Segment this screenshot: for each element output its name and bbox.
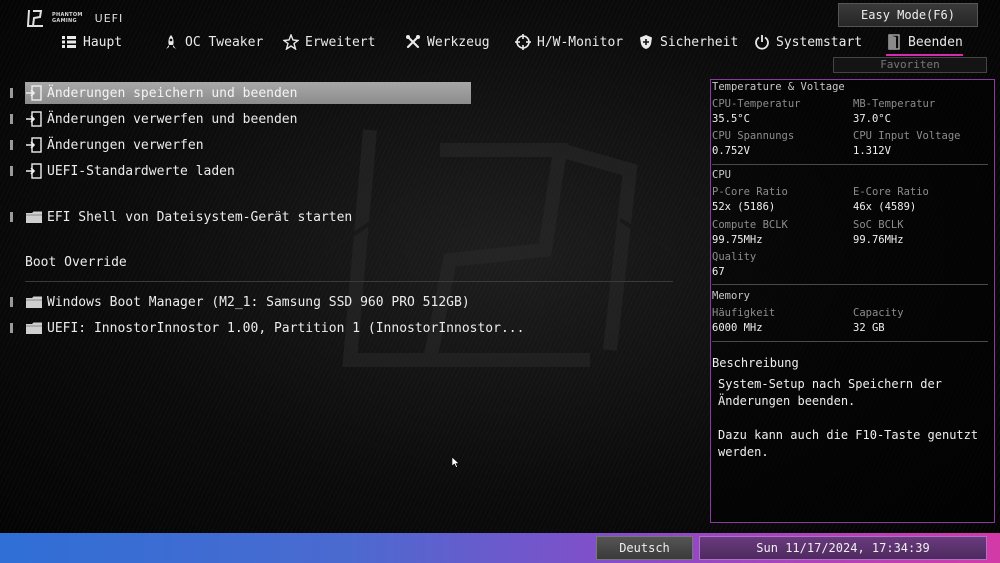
tab-label: Haupt xyxy=(83,34,123,50)
tab-oc-tweaker[interactable]: OC Tweaker xyxy=(163,29,263,55)
rocket-icon xyxy=(166,35,176,49)
folder-icon xyxy=(26,211,42,223)
temp-voltage-heading: Temperature & Voltage xyxy=(712,81,845,93)
cpu-heading: CPU xyxy=(712,169,731,181)
menu-item-label: Änderungen verwerfen xyxy=(47,137,204,153)
mb-temp-value: 37.0°C xyxy=(853,113,891,125)
menu-item-label: EFI Shell von Dateisystem-Gerät starten xyxy=(47,209,353,225)
cpu-voltage-label: CPU Spannungs xyxy=(712,130,795,142)
section-divider xyxy=(25,281,673,282)
memory-frequency-value: 6000 MHz xyxy=(712,322,763,334)
panel-divider xyxy=(712,284,988,285)
memory-capacity-label: Capacity xyxy=(853,307,904,319)
cpu-input-voltage-value: 1.312V xyxy=(853,145,891,157)
item-marker xyxy=(10,323,13,333)
exit-arrow-icon xyxy=(26,137,42,153)
boot-item-windows[interactable]: Windows Boot Manager (M2_1: Samsung SSD … xyxy=(10,291,470,313)
menu-item-save-exit[interactable]: Änderungen speichern und beenden xyxy=(10,82,471,104)
mouse-cursor-icon xyxy=(452,457,460,468)
easy-mode-button[interactable]: Easy Mode(F6) xyxy=(838,3,978,27)
boot-item-usb[interactable]: UEFI: InnostorInnostor 1.00, Partition 1… xyxy=(10,317,524,339)
tab-erweitert[interactable]: Erweitert xyxy=(283,29,375,55)
soc-bclk-label: SoC BCLK xyxy=(853,219,904,231)
favorites-button[interactable]: Favoriten xyxy=(833,57,987,73)
tab-label: OC Tweaker xyxy=(185,34,264,50)
brand-logo: PHANTOM GAMING UEFI xyxy=(26,8,123,28)
list-icon xyxy=(62,36,76,48)
item-marker xyxy=(10,88,13,98)
menu-item-label: UEFI-Standardwerte laden xyxy=(47,163,235,179)
ecore-ratio-value: 46x (4589) xyxy=(853,201,917,213)
item-marker xyxy=(10,166,13,176)
soc-bclk-value: 99.76MHz xyxy=(853,234,904,246)
ecore-ratio-label: E-Core Ratio xyxy=(853,186,929,198)
menu-item-load-defaults[interactable]: UEFI-Standardwerte laden xyxy=(10,160,235,182)
compute-bclk-label: Compute BCLK xyxy=(712,219,788,231)
crosshair-icon xyxy=(515,34,531,50)
tab-label: Sicherheit xyxy=(660,34,739,50)
exit-arrow-icon xyxy=(26,85,42,101)
star-icon xyxy=(283,34,299,50)
tab-haupt[interactable]: Haupt xyxy=(61,29,122,55)
power-icon xyxy=(755,35,769,50)
panel-divider xyxy=(712,341,988,342)
tab-label: Erweitert xyxy=(305,34,376,50)
menu-item-label: Windows Boot Manager (M2_1: Samsung SSD … xyxy=(47,294,470,310)
tab-label: H/W-Monitor xyxy=(537,34,624,50)
menu-item-efi-shell[interactable]: EFI Shell von Dateisystem-Gerät starten xyxy=(10,206,352,228)
tab-hw-monitor[interactable]: H/W-Monitor xyxy=(515,29,623,55)
uefi-label: UEFI xyxy=(94,11,124,25)
cpu-voltage-value: 0.752V xyxy=(712,145,750,157)
phantom-gaming-watermark-icon xyxy=(330,129,670,367)
compute-bclk-value: 99.75MHz xyxy=(712,234,763,246)
brand-line2: GAMING xyxy=(52,18,77,24)
panel-divider xyxy=(712,164,988,165)
tab-label: Werkzeug xyxy=(427,34,490,50)
menu-item-label: Änderungen verwerfen und beenden xyxy=(47,111,298,127)
exit-door-icon xyxy=(888,34,900,50)
phantom-gaming-logo-icon xyxy=(26,9,43,27)
shield-icon xyxy=(640,35,652,49)
item-marker xyxy=(10,114,13,124)
item-marker xyxy=(10,297,13,307)
item-marker xyxy=(10,140,13,150)
exit-arrow-icon xyxy=(26,163,42,179)
item-marker xyxy=(10,212,13,222)
memory-heading: Memory xyxy=(712,290,750,302)
brand-name: PHANTOM GAMING xyxy=(52,12,83,24)
tab-systemstart[interactable]: Systemstart xyxy=(754,29,862,55)
menu-item-label: UEFI: InnostorInnostor 1.00, Partition 1… xyxy=(47,320,525,336)
tools-icon xyxy=(406,35,420,49)
pcore-ratio-value: 52x (5186) xyxy=(712,201,776,213)
tab-beenden[interactable]: Beenden xyxy=(886,29,963,56)
cpu-input-voltage-label: CPU Input Voltage xyxy=(853,130,961,142)
cpu-temp-value: 35.5°C xyxy=(712,113,750,125)
mb-temp-label: MB-Temperatur xyxy=(853,98,936,110)
description-text: System-Setup nach Speichern der Änderung… xyxy=(718,377,979,459)
boot-override-heading: Boot Override xyxy=(25,255,127,270)
menu-item-discard-exit[interactable]: Änderungen verwerfen und beenden xyxy=(10,108,297,130)
tab-sicherheit[interactable]: Sicherheit xyxy=(638,29,738,55)
cpu-temp-label: CPU-Temperatur xyxy=(712,98,801,110)
tab-label: Systemstart xyxy=(776,34,863,50)
quality-label: Quality xyxy=(712,251,757,263)
datetime-display: Sun 11/17/2024, 17:34:39 xyxy=(699,536,987,560)
folder-icon xyxy=(26,296,42,308)
memory-capacity-value: 32 GB xyxy=(853,322,885,334)
menu-item-label: Änderungen speichern und beenden xyxy=(47,85,298,101)
description-heading: Beschreibung xyxy=(712,356,799,370)
info-panel: Temperature & Voltage CPU-Temperatur 35.… xyxy=(710,79,995,523)
folder-icon xyxy=(26,322,42,334)
memory-frequency-label: Häufigkeit xyxy=(712,307,776,319)
exit-arrow-icon xyxy=(26,111,42,127)
quality-value: 67 xyxy=(712,266,725,278)
menu-item-discard[interactable]: Änderungen verwerfen xyxy=(10,134,204,156)
tab-label: Beenden xyxy=(908,34,963,50)
pcore-ratio-label: P-Core Ratio xyxy=(712,186,788,198)
tab-werkzeug[interactable]: Werkzeug xyxy=(405,29,490,55)
language-button[interactable]: Deutsch xyxy=(596,536,693,560)
main-nav: Haupt OC Tweaker Erweitert Werkzeug H/W-… xyxy=(0,29,1000,56)
